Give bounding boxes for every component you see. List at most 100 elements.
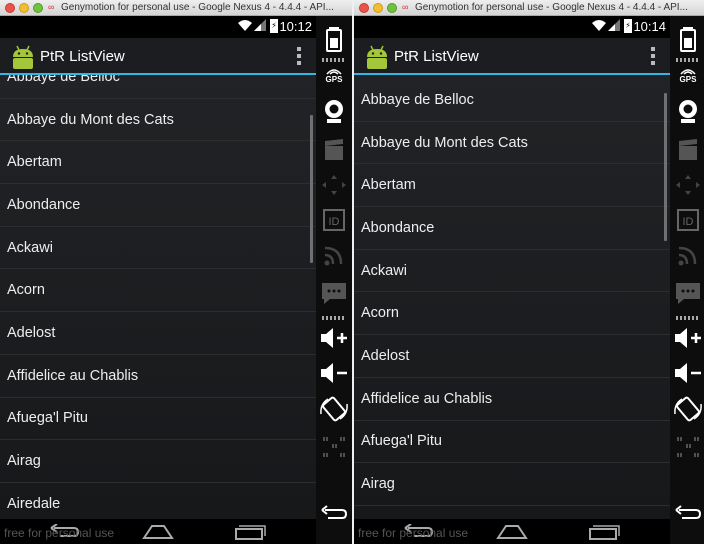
- close-window-button[interactable]: [359, 3, 369, 13]
- scrollbar[interactable]: [664, 93, 667, 241]
- android-app-icon[interactable]: [364, 44, 390, 70]
- list-item[interactable]: Affidelice au Chablis: [0, 355, 316, 398]
- list-item[interactable]: Afuega'l Pitu: [0, 398, 316, 441]
- volume-up-icon[interactable]: [670, 326, 704, 350]
- signal-icon: [254, 19, 266, 31]
- list-item[interactable]: Acorn: [0, 269, 316, 313]
- remote-control-icon: [676, 175, 700, 195]
- screencast-icon: [679, 139, 697, 160]
- list-item[interactable]: Abbaye du Mont des Cats: [0, 99, 316, 142]
- gps-widget[interactable]: GPS: [316, 64, 352, 86]
- window-titlebar[interactable]: ∞ Genymotion for personal use - Google N…: [0, 0, 352, 16]
- volume-down-icon[interactable]: [316, 361, 352, 385]
- list-item[interactable]: Abbaye de Belloc: [0, 75, 316, 99]
- phone-screen: ⚡ 10:14 PtR ListView Abbaye de Belloc Ab…: [354, 16, 670, 544]
- gps-widget[interactable]: GPS: [670, 64, 704, 86]
- sidebar-divider: [676, 58, 700, 62]
- navigation-bar: free for personal use: [354, 519, 670, 544]
- list-item[interactable]: Abbaye du Mont des Cats: [354, 122, 670, 165]
- recent-apps-button-icon[interactable]: [588, 524, 620, 540]
- close-window-button[interactable]: [5, 3, 15, 13]
- overflow-menu-icon[interactable]: [650, 47, 656, 67]
- wifi-icon: [238, 20, 252, 31]
- recent-apps-button-icon[interactable]: [234, 524, 266, 540]
- emulator-window-right: ∞ Genymotion for personal use - Google N…: [352, 0, 704, 544]
- minimize-window-button[interactable]: [373, 3, 383, 13]
- gps-icon: [326, 68, 342, 75]
- list-item[interactable]: Adelost: [0, 312, 316, 355]
- cheese-list[interactable]: Abbaye de Belloc Abbaye du Mont des Cats…: [354, 75, 670, 519]
- list-item[interactable]: Ackawi: [0, 227, 316, 270]
- battery-widget-icon[interactable]: [316, 26, 352, 52]
- sms-icon: [676, 283, 700, 304]
- window-title: Genymotion for personal use - Google Nex…: [61, 2, 334, 13]
- list-item[interactable]: Abondance: [0, 184, 316, 227]
- status-bar: ⚡ 10:14: [354, 16, 670, 38]
- sidebar-divider: [676, 316, 700, 320]
- screencast-icon: [325, 139, 343, 160]
- rss-icon: [324, 246, 343, 266]
- device-id-icon: ID: [677, 209, 699, 231]
- list-item[interactable]: Afuega'l Pitu: [354, 421, 670, 464]
- zoom-window-button[interactable]: [33, 3, 43, 13]
- sidebar-divider: [322, 316, 346, 320]
- back-button-icon[interactable]: [50, 524, 80, 540]
- battery-widget-icon[interactable]: [670, 26, 704, 52]
- list-item[interactable]: Abertam: [0, 141, 316, 185]
- battery-icon: ⚡: [624, 19, 632, 33]
- app-title: PtR ListView: [394, 48, 479, 65]
- emulator-window-left: ∞ Genymotion for personal use - Google N…: [0, 0, 352, 544]
- signal-icon: [608, 19, 620, 31]
- device-id-icon: ID: [323, 209, 345, 231]
- wifi-icon: [592, 20, 606, 31]
- zoom-window-button[interactable]: [387, 3, 397, 13]
- back-button-icon[interactable]: [404, 524, 434, 540]
- list-item[interactable]: Adelost: [354, 335, 670, 378]
- genymotion-icon: ∞: [402, 2, 409, 12]
- overflow-menu-icon[interactable]: [296, 47, 302, 67]
- window-title: Genymotion for personal use - Google Nex…: [415, 2, 688, 13]
- rotate-icon[interactable]: [670, 396, 704, 422]
- gps-label: GPS: [679, 74, 697, 84]
- cheese-list[interactable]: Abbaye de Belloc Abbaye du Mont des Cats…: [0, 75, 316, 519]
- action-bar: PtR ListView: [354, 38, 670, 75]
- id-label: ID: [329, 216, 340, 228]
- webcam-icon[interactable]: [316, 98, 352, 124]
- volume-up-icon[interactable]: [316, 326, 352, 350]
- list-item[interactable]: Airedale: [0, 483, 316, 519]
- rotate-icon[interactable]: [316, 396, 352, 422]
- android-app-icon[interactable]: [10, 44, 36, 70]
- battery-icon: ⚡: [270, 19, 278, 33]
- scrollbar[interactable]: [310, 115, 313, 263]
- home-button-icon[interactable]: [142, 524, 174, 540]
- status-time: 10:14: [633, 19, 666, 34]
- gps-label: GPS: [325, 74, 343, 84]
- gps-icon: [680, 68, 696, 75]
- list-item[interactable]: Ackawi: [354, 250, 670, 293]
- minimize-window-button[interactable]: [19, 3, 29, 13]
- status-bar: ⚡ 10:12: [0, 16, 316, 38]
- genymotion-sidebar: GPS ID: [670, 16, 704, 544]
- window-titlebar[interactable]: ∞ Genymotion for personal use - Google N…: [354, 0, 704, 16]
- pixel-perfect-icon: [677, 437, 699, 457]
- action-bar: PtR ListView: [0, 38, 316, 75]
- sms-icon: [322, 283, 346, 304]
- sidebar-divider: [322, 58, 346, 62]
- home-button-icon[interactable]: [496, 524, 528, 540]
- list-item[interactable]: Airag: [354, 463, 670, 506]
- phone-screen: ⚡ 10:12 PtR ListView Abbaye de Belloc Ab…: [0, 16, 316, 544]
- list-item[interactable]: Abertam: [354, 164, 670, 208]
- status-time: 10:12: [279, 19, 312, 34]
- app-title: PtR ListView: [40, 48, 125, 65]
- list-item[interactable]: Abbaye de Belloc: [354, 79, 670, 122]
- volume-down-icon[interactable]: [670, 361, 704, 385]
- back-key-icon[interactable]: [316, 504, 352, 524]
- back-key-icon[interactable]: [670, 504, 704, 524]
- list-item[interactable]: Abondance: [354, 207, 670, 250]
- list-item[interactable]: Acorn: [354, 292, 670, 336]
- list-item[interactable]: Affidelice au Chablis: [354, 378, 670, 421]
- genymotion-icon: ∞: [48, 2, 55, 12]
- webcam-icon[interactable]: [670, 98, 704, 124]
- genymotion-sidebar: GPS ID: [316, 16, 352, 544]
- list-item[interactable]: Airag: [0, 440, 316, 483]
